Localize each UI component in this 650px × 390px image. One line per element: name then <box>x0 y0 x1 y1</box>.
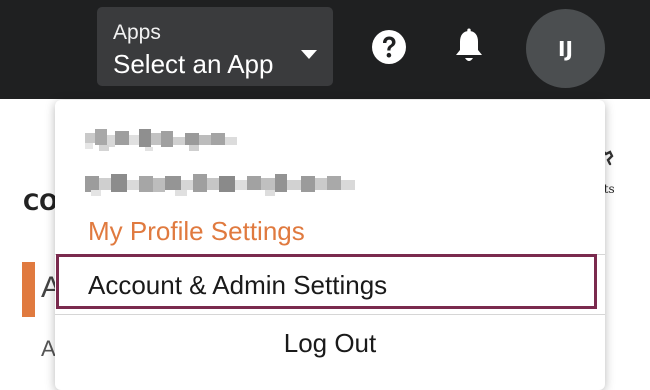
nav-item-partial[interactable]: A <box>41 336 56 362</box>
help-circle-icon <box>372 30 406 64</box>
user-menu-dropdown: My Profile Settings Account & Admin Sett… <box>55 100 605 390</box>
app-selector-label: Apps <box>113 21 161 44</box>
section-heading-partial: CO <box>23 191 58 216</box>
redacted-email <box>85 174 355 196</box>
account-admin-settings-link[interactable]: Account & Admin Settings <box>88 270 387 301</box>
notifications-button[interactable] <box>451 27 487 67</box>
menu-divider <box>55 314 605 315</box>
caret-down-icon <box>301 50 317 59</box>
app-selector-dropdown[interactable]: Apps Select an App <box>97 7 333 86</box>
bell-icon <box>456 28 482 61</box>
top-nav-bar: Apps Select an App IJ <box>0 0 650 99</box>
redacted-username <box>85 129 237 151</box>
app-selector-value: Select an App <box>113 49 274 79</box>
help-button[interactable] <box>370 28 408 66</box>
active-nav-indicator <box>22 262 35 317</box>
my-profile-settings-link[interactable]: My Profile Settings <box>88 216 305 247</box>
user-avatar[interactable]: IJ <box>526 9 605 88</box>
log-out-button[interactable]: Log Out <box>55 328 605 359</box>
